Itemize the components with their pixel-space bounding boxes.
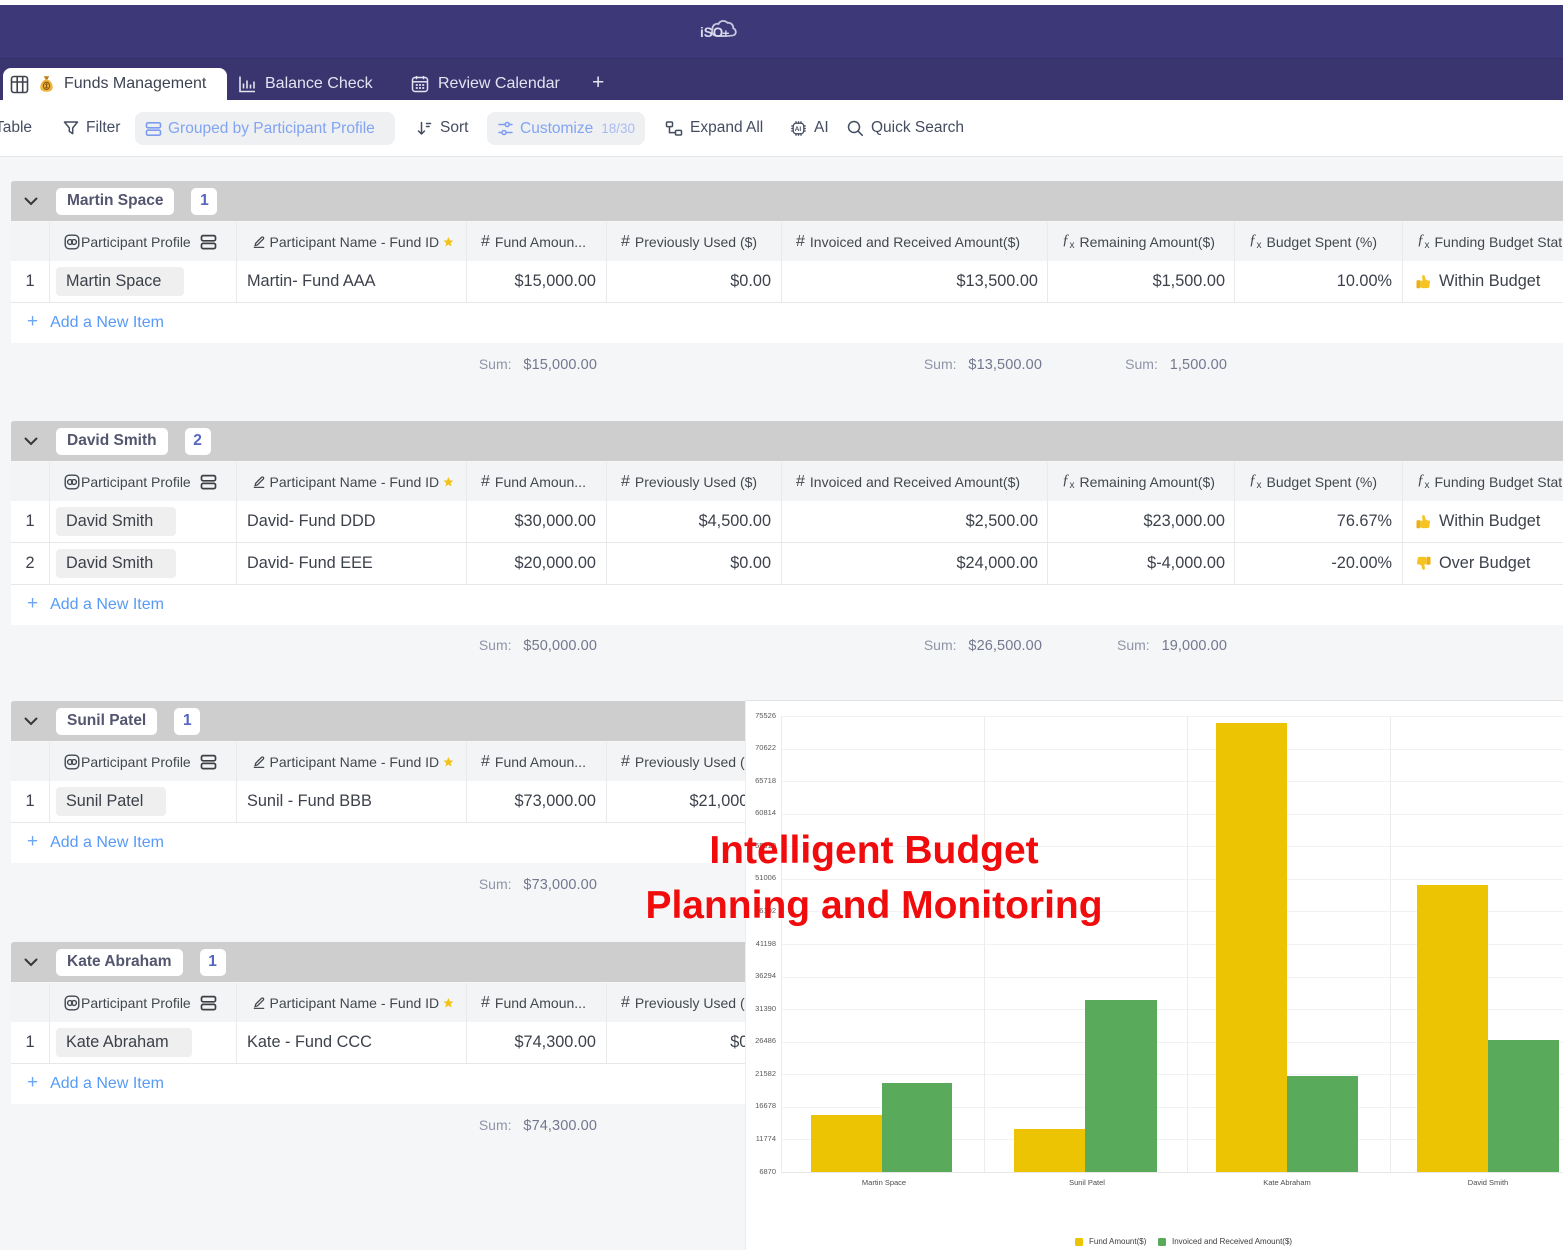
svg-text:+: +: [722, 27, 729, 41]
svg-text:iSO: iSO: [700, 25, 723, 40]
svg-text:AI: AI: [795, 126, 802, 133]
